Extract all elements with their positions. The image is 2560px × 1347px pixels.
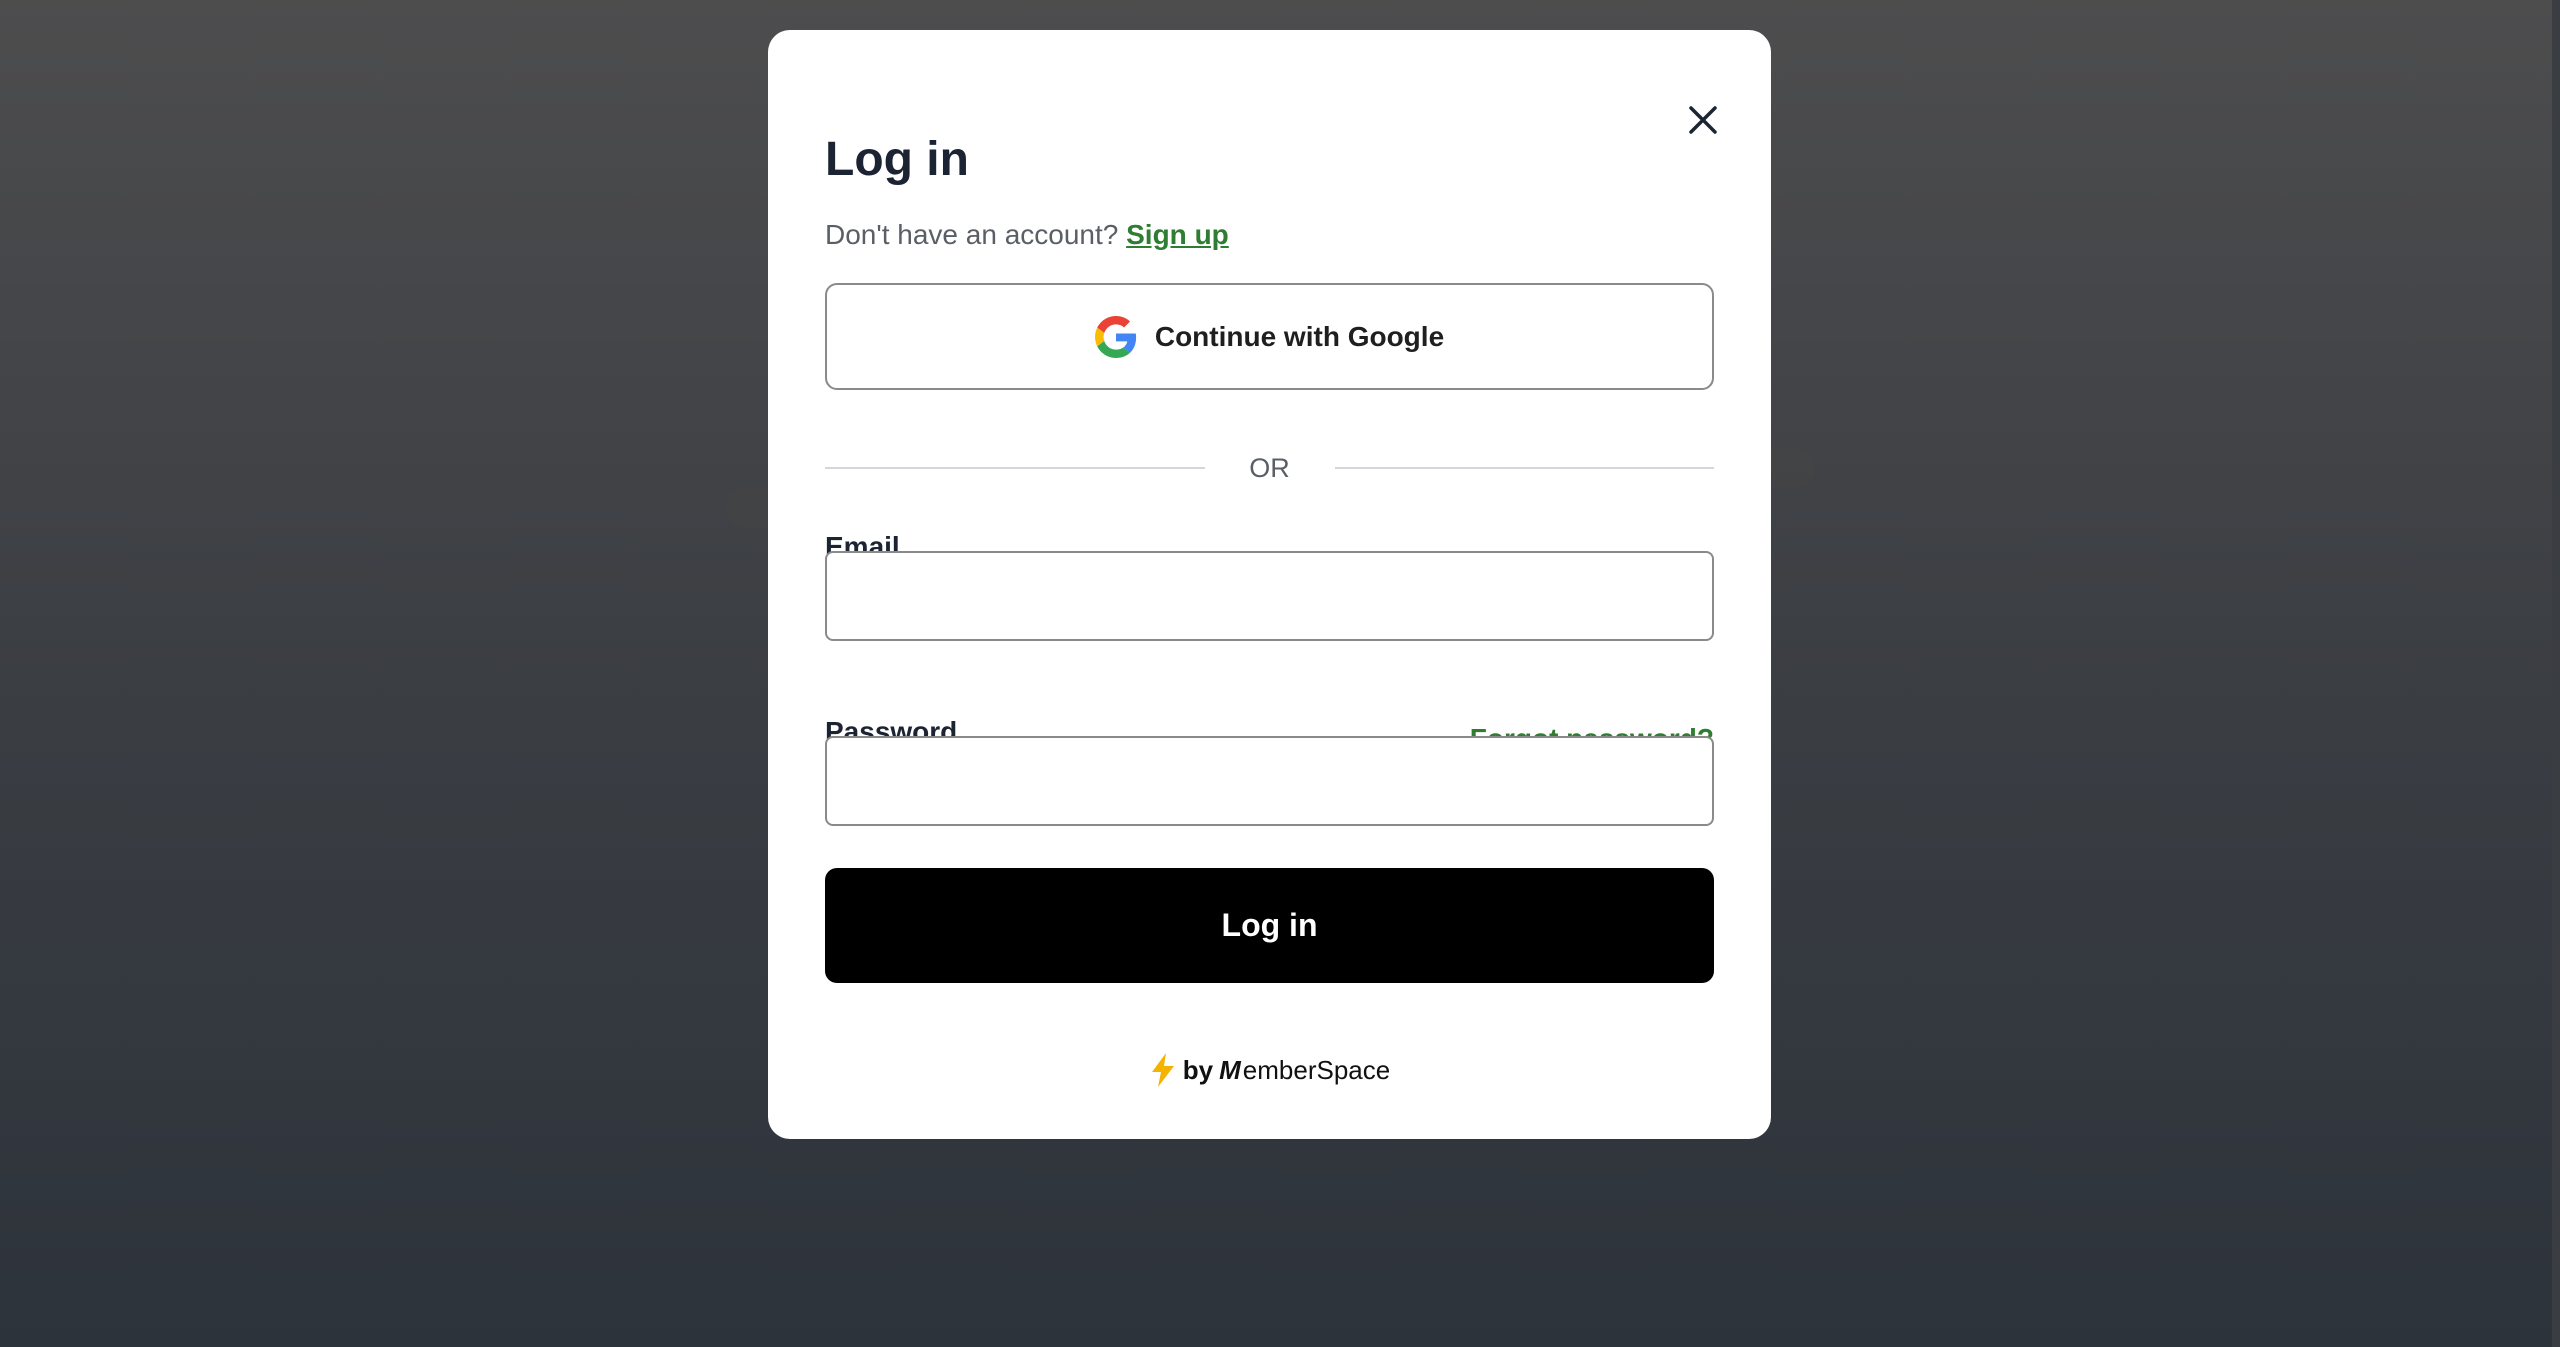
powered-by-text: by: [1182, 1055, 1214, 1085]
powered-by-memberspace[interactable]: by M emberSpace: [768, 1052, 1771, 1088]
modal-title: Log in: [825, 133, 969, 186]
close-button[interactable]: [1681, 98, 1725, 142]
signup-prompt-row: Don't have an account? Sign up: [825, 215, 1229, 255]
memberspace-logo-text: emberSpace: [1242, 1055, 1391, 1085]
continue-with-google-button[interactable]: Continue with Google: [825, 283, 1714, 390]
login-button[interactable]: Log in: [825, 868, 1714, 983]
page-scrollbar[interactable]: [2552, 0, 2560, 1347]
google-button-label: Continue with Google: [1154, 320, 1445, 352]
or-divider: OR: [825, 448, 1714, 488]
lightning-bolt-icon: [1151, 1053, 1174, 1087]
page-background: L n liik pulu Op sa! Log in: [0, 0, 2560, 1347]
password-field[interactable]: [825, 736, 1714, 826]
divider-text: OR: [1249, 452, 1290, 483]
email-field[interactable]: [825, 551, 1714, 641]
google-g-icon: [1094, 315, 1136, 358]
close-icon: [1689, 106, 1717, 134]
memberspace-logo: M emberSpace: [1219, 1052, 1390, 1088]
login-modal: Log in Don't have an account? Sign up Co…: [768, 30, 1771, 1139]
signup-link[interactable]: Sign up: [1126, 219, 1229, 250]
memberspace-logo-mark: M: [1219, 1055, 1241, 1085]
divider-line: [1334, 467, 1714, 469]
signup-prompt-text: Don't have an account?: [825, 219, 1119, 250]
divider-line: [825, 467, 1205, 469]
